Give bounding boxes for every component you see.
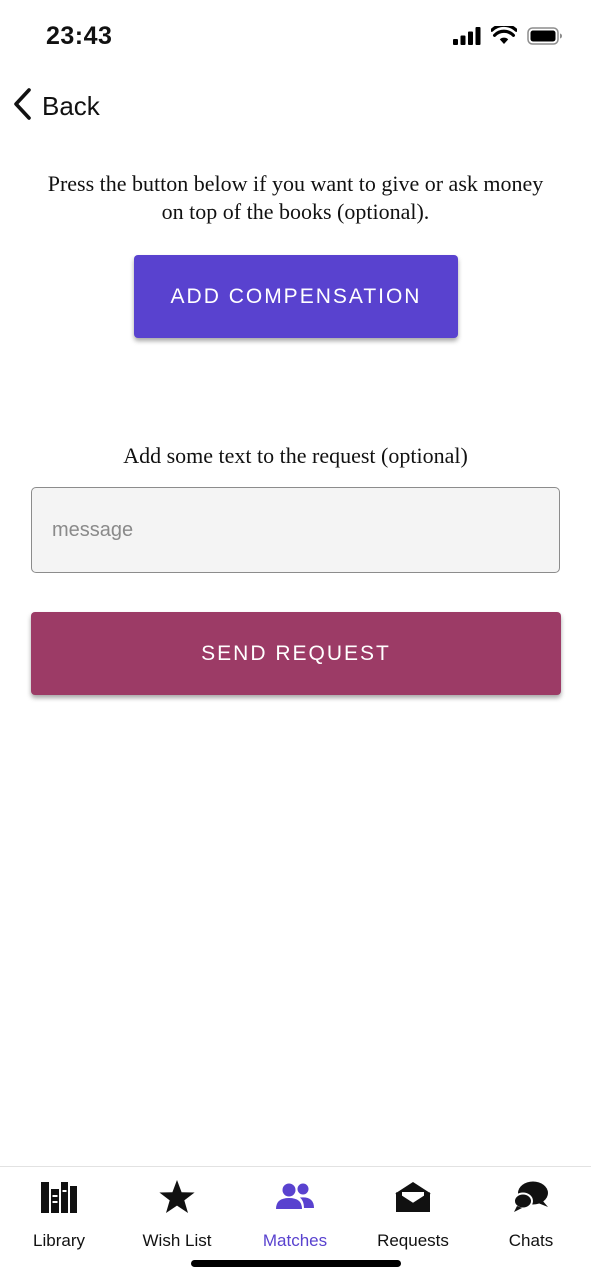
cellular-signal-icon [453, 26, 481, 50]
battery-icon [527, 26, 563, 50]
tab-label: Requests [377, 1231, 449, 1250]
tab-wish-list[interactable]: Wish List [118, 1177, 236, 1257]
tab-chats[interactable]: Chats [472, 1177, 590, 1257]
send-request-button[interactable]: SEND REQUEST [31, 612, 561, 695]
envelope-open-icon [395, 1177, 431, 1217]
status-bar: 23:43 [0, 0, 591, 76]
status-icons [453, 23, 563, 50]
star-icon [158, 1177, 196, 1217]
tab-requests[interactable]: Requests [354, 1177, 472, 1257]
wifi-icon [490, 23, 518, 50]
chat-bubbles-icon [512, 1177, 550, 1217]
tab-label: Matches [262, 1231, 328, 1250]
books-icon [40, 1177, 78, 1217]
tab-matches[interactable]: Matches [236, 1177, 354, 1257]
users-icon [275, 1177, 315, 1217]
chevron-left-icon [12, 87, 32, 126]
compensation-info-text: Press the button below if you want to gi… [47, 171, 544, 224]
tab-library[interactable]: Library [0, 1177, 118, 1257]
message-input[interactable] [31, 487, 560, 573]
back-button[interactable]: Back [12, 84, 100, 128]
home-indicator [191, 1260, 401, 1267]
add-compensation-button[interactable]: ADD COMPENSATION [134, 255, 458, 338]
tab-label: Chats [508, 1231, 554, 1250]
tab-label: Library [33, 1231, 85, 1250]
request-text-label: Add some text to the request (optional) [123, 443, 468, 468]
status-time: 23:43 [46, 22, 113, 50]
tab-label: Wish List [142, 1231, 212, 1250]
back-label: Back [42, 90, 100, 121]
